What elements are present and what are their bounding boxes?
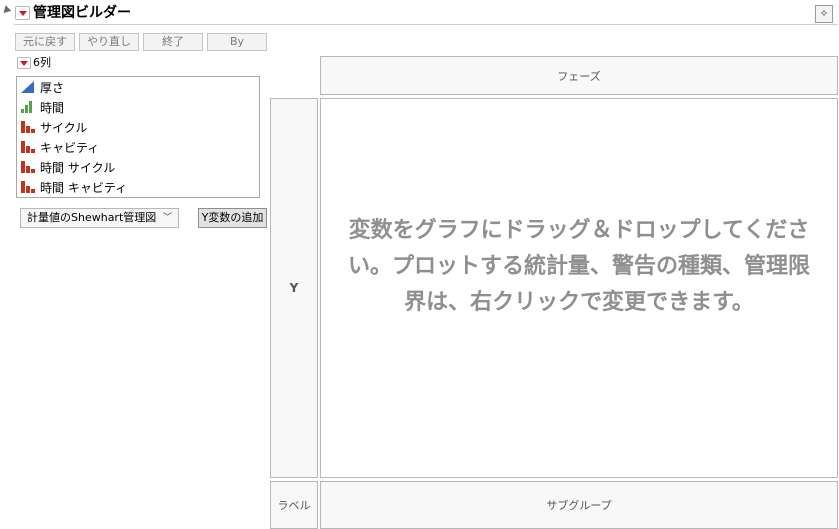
nominal-icon bbox=[21, 160, 35, 174]
add-y-variable-button[interactable]: Y変数の追加 bbox=[198, 208, 267, 228]
header-divider bbox=[14, 24, 838, 25]
column-item-label: 時間 キャビティ bbox=[40, 180, 128, 195]
pin-icon[interactable]: ✧ bbox=[815, 5, 833, 23]
column-item-label: キャビティ bbox=[40, 140, 100, 155]
column-item-time[interactable]: 時間 bbox=[21, 98, 64, 116]
column-item-label: 厚さ bbox=[40, 80, 65, 95]
by-button[interactable]: By bbox=[207, 33, 267, 51]
phase-drop-zone[interactable]: フェーズ bbox=[320, 56, 838, 95]
ordinal-icon bbox=[21, 100, 35, 114]
chart-type-dropdown[interactable]: 計量値のShewhart管理図 ﹀ bbox=[20, 208, 179, 228]
column-item-cycle[interactable]: サイクル bbox=[21, 118, 87, 136]
red-triangle-menu-icon[interactable] bbox=[15, 6, 30, 20]
column-item-time-cycle[interactable]: 時間 サイクル bbox=[21, 158, 115, 176]
chevron-down-icon: ﹀ bbox=[162, 213, 172, 223]
collapse-triangle-icon[interactable] bbox=[0, 5, 12, 16]
undo-button[interactable]: 元に戻す bbox=[15, 33, 75, 51]
column-item-cavity[interactable]: キャビティ bbox=[21, 138, 99, 156]
chart-type-value: 計量値のShewhart管理図 bbox=[27, 211, 157, 224]
columns-count-label: 6列 bbox=[33, 56, 51, 69]
graph-drop-area[interactable]: 変数をグラフにドラッグ＆ドロップしてください。プロットする統計量、警告の種類、管… bbox=[320, 98, 838, 478]
column-item-time-cavity[interactable]: 時間 キャビティ bbox=[21, 178, 127, 196]
drag-drop-instructions: 変数をグラフにドラッグ＆ドロップしてください。プロットする統計量、警告の種類、管… bbox=[347, 218, 810, 315]
nominal-icon bbox=[21, 180, 35, 194]
y-drop-zone[interactable]: Y bbox=[270, 98, 318, 478]
column-item-label: 時間 サイクル bbox=[40, 160, 116, 175]
column-item-label: サイクル bbox=[40, 120, 88, 135]
nominal-icon bbox=[21, 120, 35, 134]
subgroup-drop-zone[interactable]: サブグループ bbox=[320, 481, 838, 529]
redo-button[interactable]: やり直し bbox=[79, 33, 139, 51]
continuous-icon bbox=[21, 80, 35, 94]
window-title: 管理図ビルダー bbox=[33, 5, 131, 21]
column-item-thickness[interactable]: 厚さ bbox=[21, 78, 64, 96]
nominal-icon bbox=[21, 140, 35, 154]
column-list[interactable]: 厚さ 時間 サイクル キャビティ 時間 サイクル 時間 キャビティ bbox=[16, 76, 260, 198]
column-item-label: 時間 bbox=[40, 100, 65, 115]
columns-menu-icon[interactable] bbox=[17, 57, 31, 69]
finish-button[interactable]: 終了 bbox=[143, 33, 203, 51]
label-drop-zone[interactable]: ラベル bbox=[270, 481, 318, 529]
